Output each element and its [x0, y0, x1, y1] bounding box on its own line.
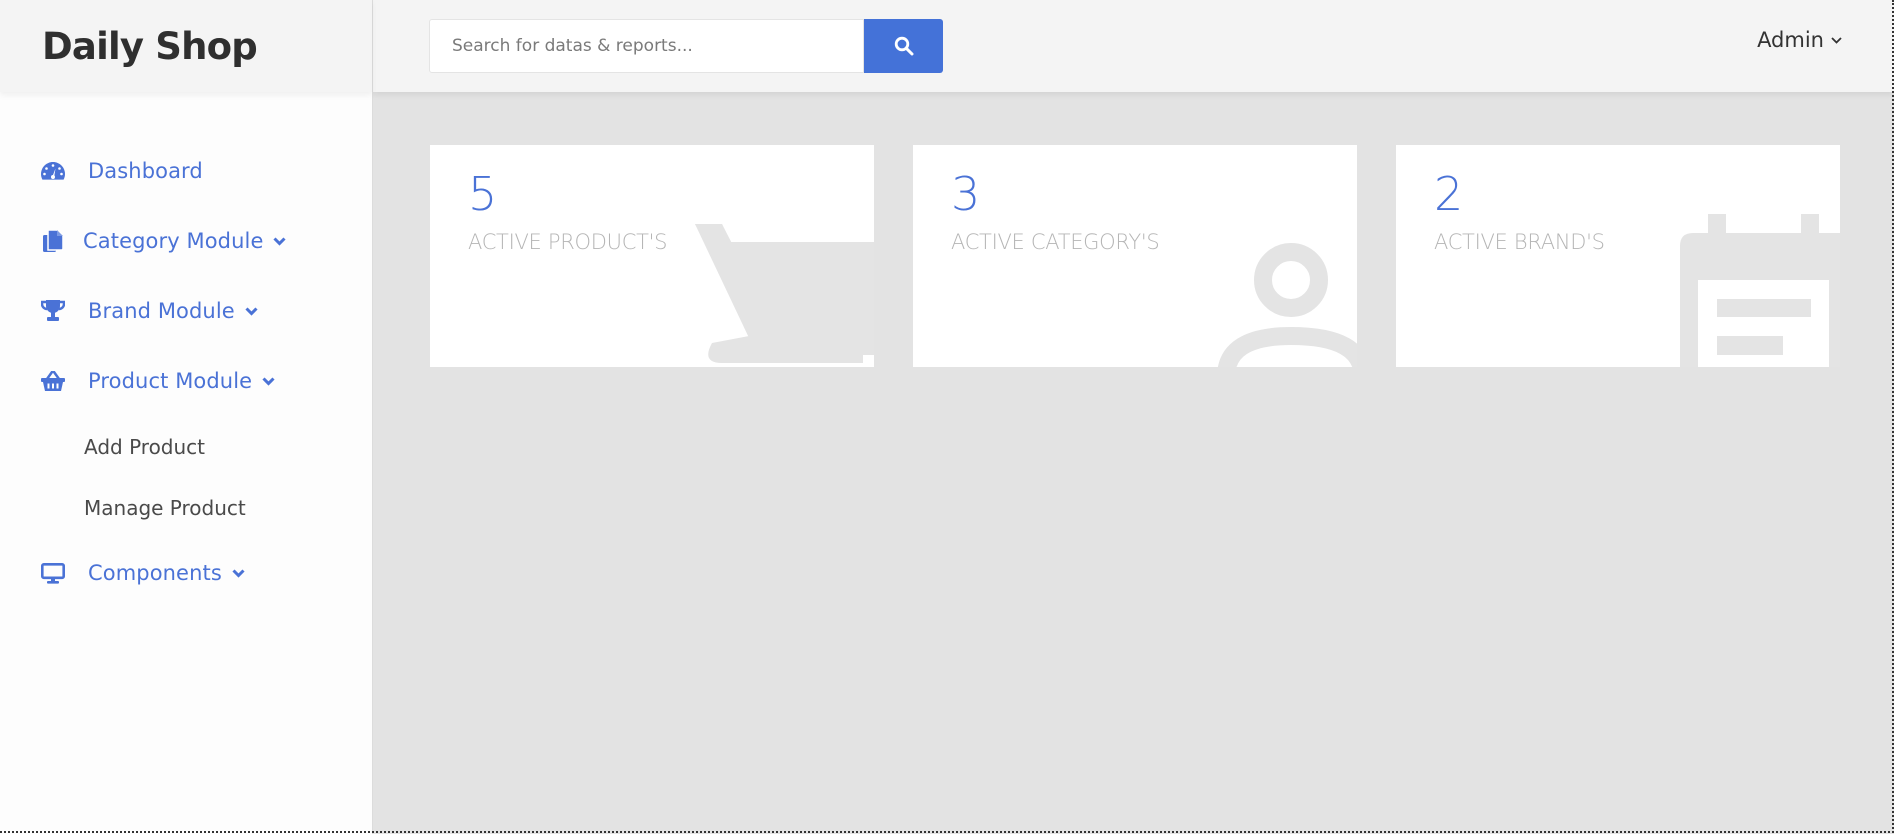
submenu-item-add-product[interactable]: Add Product [0, 427, 372, 467]
stat-value: 3 [951, 167, 981, 221]
sidebar-item-category-module[interactable]: Category Module [0, 221, 372, 261]
search-button[interactable] [864, 19, 943, 73]
chevron-down-icon [262, 376, 275, 386]
search-input[interactable] [429, 19, 864, 73]
copy-files-icon [40, 228, 66, 254]
sidebar-item-label: Product Module [88, 369, 275, 393]
stat-value: 5 [468, 167, 498, 221]
dashboard-gauge-icon [40, 158, 66, 184]
sidebar-item-text: Components [88, 561, 222, 585]
submenu-item-label: Add Product [84, 435, 206, 459]
stat-value: 2 [1434, 167, 1464, 221]
sidebar-item-text: Category Module [83, 229, 264, 253]
sidebar-item-product-module[interactable]: Product Module [0, 361, 372, 401]
sidebar-item-label: Components [88, 561, 245, 585]
stat-label: ACTIVE BRAND'S [1434, 230, 1605, 254]
sidebar-item-text: Brand Module [88, 299, 235, 323]
stat-label: ACTIVE CATEGORY'S [951, 230, 1160, 254]
stat-card-categories[interactable]: 3 ACTIVE CATEGORY'S [913, 145, 1357, 367]
stat-label: ACTIVE PRODUCT'S [468, 230, 668, 254]
user-menu-admin[interactable]: Admin [1757, 28, 1842, 52]
sidebar-item-label: Brand Module [88, 299, 258, 323]
user-menu-label: Admin [1757, 28, 1824, 52]
search-bar [429, 19, 943, 73]
submenu-item-label: Manage Product [84, 496, 246, 520]
sidebar-item-dashboard[interactable]: Dashboard [0, 151, 372, 191]
sidebar-item-label: Category Module [83, 229, 287, 253]
search-icon [894, 36, 914, 56]
trophy-icon [40, 298, 66, 324]
chevron-down-icon [273, 236, 287, 246]
stat-card-brands[interactable]: 2 ACTIVE BRAND'S [1396, 145, 1840, 367]
sidebar-item-label: Dashboard [88, 159, 203, 183]
sidebar: Daily Shop Dashboard Category Module Bra… [0, 0, 373, 834]
sidebar-item-brand-module[interactable]: Brand Module [0, 291, 372, 331]
chevron-down-icon [245, 306, 258, 316]
chevron-down-icon [232, 568, 245, 578]
top-header: Admin [373, 0, 1894, 92]
chevron-down-icon [1831, 36, 1842, 44]
brand-logo[interactable]: Daily Shop [0, 0, 372, 92]
submenu-item-manage-product[interactable]: Manage Product [0, 488, 372, 528]
sidebar-item-text: Product Module [88, 369, 253, 393]
shopping-basket-icon [40, 368, 66, 394]
stat-card-products[interactable]: 5 ACTIVE PRODUCT'S [430, 145, 874, 367]
brand-title: Daily Shop [42, 24, 258, 68]
desktop-monitor-icon [40, 560, 66, 586]
sidebar-item-components[interactable]: Components [0, 553, 372, 593]
